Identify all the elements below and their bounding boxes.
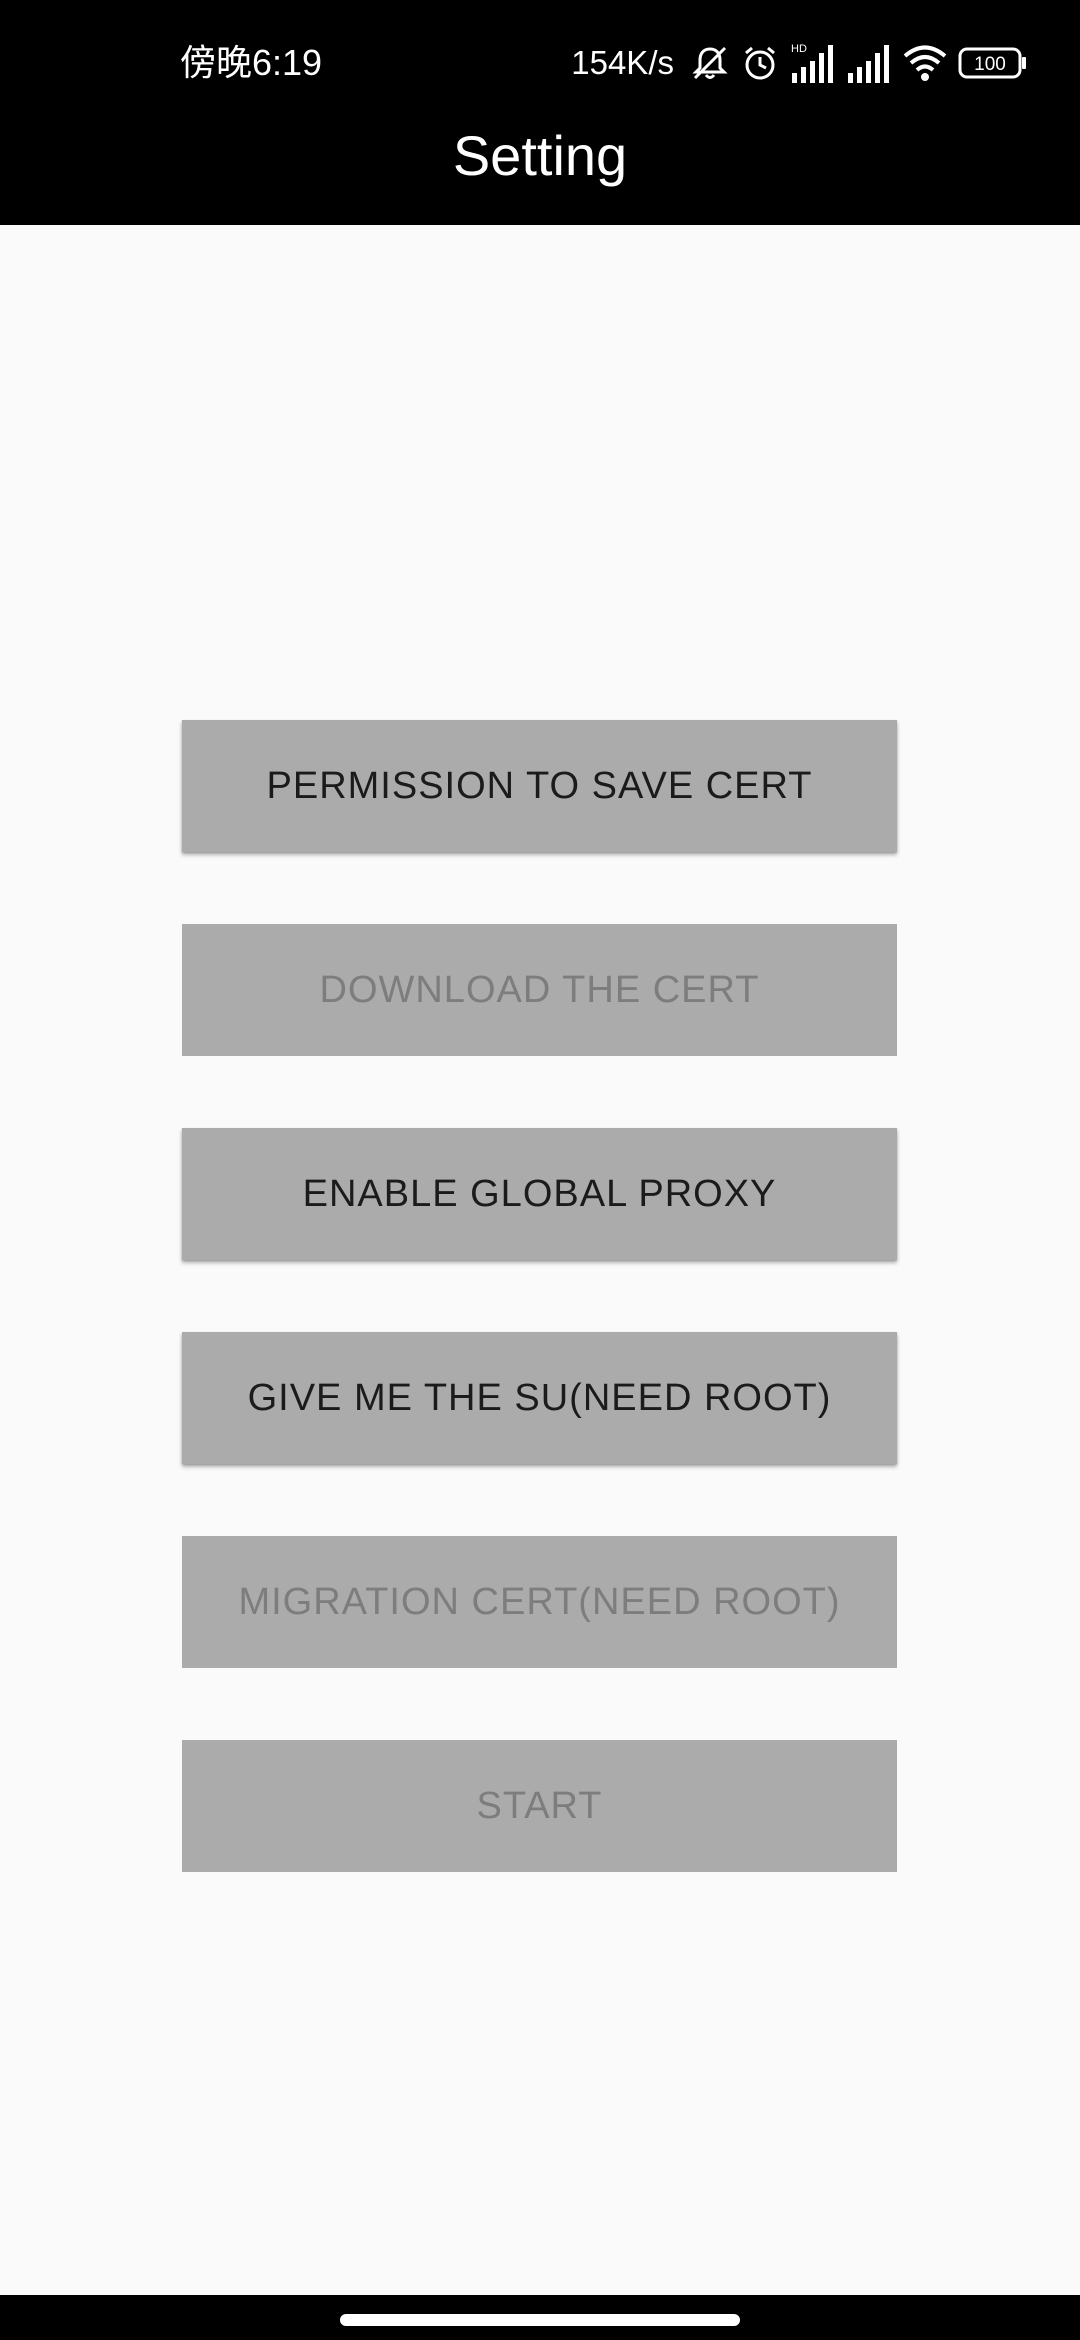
navigation-bar xyxy=(0,2295,1080,2340)
signal-icon xyxy=(846,41,892,85)
battery-icon: 100 xyxy=(958,41,1028,85)
hd-signal-icon: HD xyxy=(790,41,836,85)
status-bar: 傍晚6:19 154K/s HD 100 xyxy=(0,0,1080,125)
download-cert-button[interactable]: DOWNLOAD THE CERT xyxy=(182,924,897,1056)
home-indicator[interactable] xyxy=(340,2314,740,2326)
mute-icon xyxy=(690,41,730,85)
app-bar: Setting xyxy=(0,125,1080,225)
permission-save-cert-button[interactable]: PERMISSION TO SAVE CERT xyxy=(182,720,897,852)
page-title: Setting xyxy=(452,124,628,187)
migration-cert-button[interactable]: MIGRATION CERT(NEED ROOT) xyxy=(182,1536,897,1668)
alarm-icon xyxy=(740,41,780,85)
battery-level: 100 xyxy=(974,54,1006,75)
signal-hd-label: HD xyxy=(791,43,807,55)
status-time: 傍晚6:19 xyxy=(180,42,323,83)
status-icons: 154K/s HD 100 xyxy=(571,38,1028,88)
wifi-icon xyxy=(902,41,948,85)
network-speed: 154K/s xyxy=(571,44,674,81)
enable-global-proxy-button[interactable]: ENABLE GLOBAL PROXY xyxy=(182,1128,897,1260)
settings-screen: 傍晚6:19 154K/s HD 100 Setting PERMISSION … xyxy=(0,0,1080,2340)
give-su-button[interactable]: GIVE ME THE SU(NEED ROOT) xyxy=(182,1332,897,1464)
start-button[interactable]: START xyxy=(182,1740,897,1872)
